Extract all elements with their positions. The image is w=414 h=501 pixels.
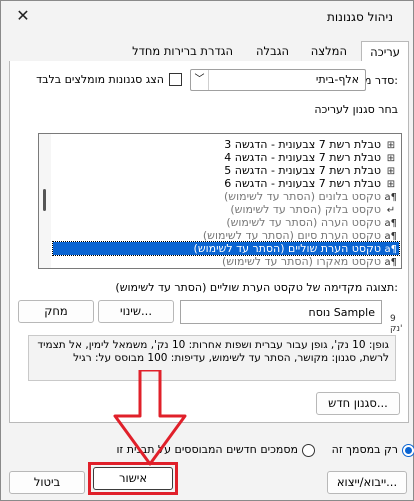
list-scrollbar[interactable] <box>39 134 51 268</box>
annotation-arrow-icon <box>113 370 187 466</box>
choose-style-label: בחר סגנון לעריכה <box>314 103 398 116</box>
recommended-only-label: הצג סגנונות מומלצים בלבד <box>36 73 164 86</box>
style-list-item-label: טקסט בלונים (הסתר עד לשימוש) <box>224 190 381 203</box>
style-list-item-label: טבלת רשת 7 צבעונית - הדגשה 5 <box>224 164 381 177</box>
cancel-button[interactable]: ביטול <box>9 471 85 494</box>
style-list-item-label: טקסט הערת שוליים (הסתר עד לשימוש) <box>193 242 381 255</box>
style-list-item[interactable]: ¶aטקסט בלונים (הסתר עד לשימוש) <box>53 190 399 203</box>
delete-button[interactable]: מחק <box>18 300 94 323</box>
style-list-item[interactable]: ⊞טבלת רשת 7 צבעונית - הדגשה 5 <box>53 164 399 177</box>
style-list-item[interactable]: ⊞טבלת רשת 7 צבעונית - הדגשה 6 <box>53 177 399 190</box>
style-list[interactable]: ⊞טבלת רשת 7 צבעונית - הדגשה 3 ⊞טבלת רשת 7… <box>38 133 402 269</box>
preview-font-size: 9 נק' <box>390 314 403 334</box>
radio-dot[interactable] <box>302 444 315 457</box>
manage-styles-dialog: ✕ ניהול סגנונות עריכה המלצה הגבלה הגדרת … <box>0 0 414 501</box>
chevron-down-icon[interactable]: ﹀ <box>191 70 209 90</box>
import-export-button[interactable]: ייבוא/ייצוא... <box>327 471 407 494</box>
style-list-item-label: טקסט הערה (הסתר עד לשימוש) <box>226 216 381 229</box>
style-list-item[interactable]: ⊞טבלת רשת 7 צבעונית - הדגשה 3 <box>53 138 399 151</box>
style-list-item-label: טבלת רשת 7 צבעונית - הדגשה 3 <box>224 138 381 151</box>
style-list-item[interactable]: ¶aטקסט מאקרו (הסתר עד לשימוש) <box>53 255 399 268</box>
scroll-thumb[interactable] <box>43 189 46 211</box>
preview-label: תצוגה מקדימה של טקסט הערת שוליים (הסתר ע… <box>115 281 398 294</box>
sort-order-value: אלף-ביתי <box>315 73 359 86</box>
radio-doc-only-label: רק במסמך זה <box>331 443 398 456</box>
style-list-item[interactable]: ¶aטקסט הערת שוליים (הסתר עד לשימוש) <box>52 241 400 256</box>
style-list-item-label: טקסט מאקרו (הסתר עד לשימוש) <box>221 255 381 268</box>
edit-panel: סדר מיון: ﹀ אלף-ביתי הצג סגנונות מומלצים… <box>9 61 409 423</box>
style-list-item-label: טקסט הערת סיום (הסתר עד לשימוש) <box>202 229 381 242</box>
radio-dot[interactable] <box>402 444 414 457</box>
annotation-highlight-box <box>88 462 178 495</box>
style-list-item-label: טבלת רשת 7 צבעונית - הדגשה 4 <box>224 151 381 164</box>
tab-recommend[interactable]: המלצה <box>303 41 355 62</box>
title-bar: ✕ ניהול סגנונות <box>1 1 413 34</box>
style-list-item[interactable]: ¶aטקסט הערת סיום (הסתר עד לשימוש) <box>53 229 399 242</box>
recommended-only-checkbox[interactable]: הצג סגנונות מומלצים בלבד <box>22 73 182 87</box>
style-list-item[interactable]: ⊞טבלת רשת 7 צבעונית - הדגשה 4 <box>53 151 399 164</box>
style-list-item[interactable]: ↵טקסט בלוק (הסתר עד לשימוש) <box>53 203 399 216</box>
tab-restrict[interactable]: הגבלה <box>248 41 297 62</box>
preview-box: נוסח Sample <box>180 300 382 324</box>
tab-set-defaults[interactable]: הגדרת ברירות מחדל <box>124 41 241 62</box>
style-list-item-label: טקסט בלוק (הסתר עד לשימוש) <box>230 203 381 216</box>
scope-radio-group: רק במסמך זה מסמכים חדשים המבוססים על תבנ… <box>1 443 414 461</box>
checkbox-box[interactable] <box>169 73 182 86</box>
style-list-item-label: טבלת רשת 7 צבעונית - הדגשה 6 <box>224 177 381 190</box>
new-style-button[interactable]: סגנון חדש... <box>316 392 400 415</box>
style-list-item[interactable]: ¶aטקסט הערה (הסתר עד לשימוש) <box>53 216 399 229</box>
preview-sample: נוסח Sample <box>308 306 375 319</box>
sort-order-select[interactable]: ﹀ אלף-ביתי <box>190 69 366 91</box>
radio-doc-only[interactable]: רק במסמך זה <box>315 443 414 459</box>
dialog-title: ניהול סגנונות <box>327 10 393 24</box>
close-icon[interactable]: ✕ <box>13 6 33 26</box>
tab-strip: עריכה המלצה הגבלה הגדרת ברירות מחדל <box>9 41 409 63</box>
tab-edit[interactable]: עריכה <box>361 41 409 63</box>
style-description: גופן: ‪10‬ נק', גופן עבור עברית ושפות אח… <box>28 335 396 381</box>
modify-button[interactable]: שינוי... <box>98 300 174 323</box>
linked-style-icon: ¶a <box>384 257 397 268</box>
